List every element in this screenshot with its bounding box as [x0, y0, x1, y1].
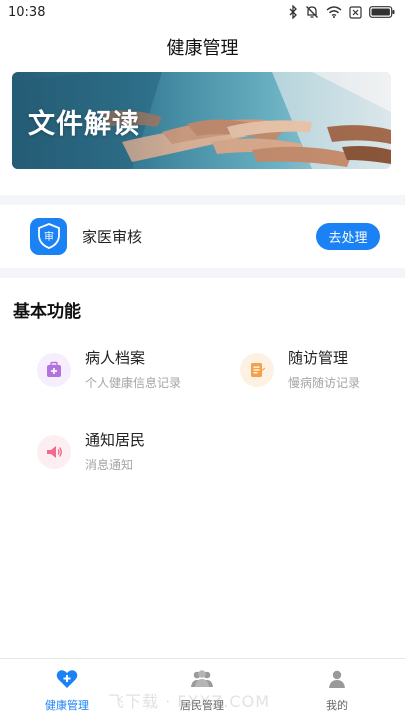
status-time: 10:38 [8, 4, 46, 20]
review-label: 家医审核 [82, 227, 143, 246]
follow-up-management-item[interactable]: 随访管理 慢病随访记录 [240, 348, 360, 392]
review-icon-glyph: 审 [44, 230, 54, 243]
divider [0, 195, 405, 205]
watermark: 飞下载 · FXXZ.COM [108, 692, 271, 711]
person-icon [327, 669, 347, 693]
process-button[interactable]: 去处理 [316, 222, 380, 250]
function-desc: 慢病随访记录 [288, 376, 361, 390]
mute-bell-icon [305, 5, 319, 19]
function-name: 通知居民 [85, 431, 146, 449]
function-name: 病人档案 [85, 349, 146, 367]
section-title: 基本功能 [13, 302, 81, 322]
speaker-icon [37, 435, 71, 469]
notify-residents-item[interactable]: 通知居民 消息通知 [37, 430, 145, 474]
banner[interactable]: 文件解读 [12, 72, 391, 169]
patient-records-item[interactable]: 病人档案 个人健康信息记录 [37, 348, 181, 392]
wifi-icon [326, 6, 342, 18]
status-icons [288, 5, 395, 19]
family-doctor-review-row[interactable]: 审 家医审核 去处理 [0, 205, 405, 267]
tab-label: 我的 [326, 699, 348, 712]
clipboard-icon [240, 353, 274, 387]
tab-label: 健康管理 [45, 699, 89, 712]
status-bar: 10:38 [0, 0, 405, 24]
function-name: 随访管理 [288, 349, 349, 367]
function-desc: 个人健康信息记录 [85, 376, 182, 390]
review-shield-icon: 审 [30, 217, 67, 255]
tab-health-management[interactable]: 健康管理 [17, 659, 117, 720]
divider [0, 268, 405, 278]
battery-icon [369, 6, 395, 18]
medical-kit-icon [37, 353, 71, 387]
function-desc: 消息通知 [85, 458, 134, 472]
bluetooth-icon [288, 5, 298, 19]
banner-title: 文件解读 [28, 109, 140, 140]
tab-mine[interactable]: 我的 [287, 659, 387, 720]
heart-plus-icon [56, 669, 78, 693]
page-title: 健康管理 [166, 38, 239, 59]
no-sim-icon [349, 5, 362, 19]
